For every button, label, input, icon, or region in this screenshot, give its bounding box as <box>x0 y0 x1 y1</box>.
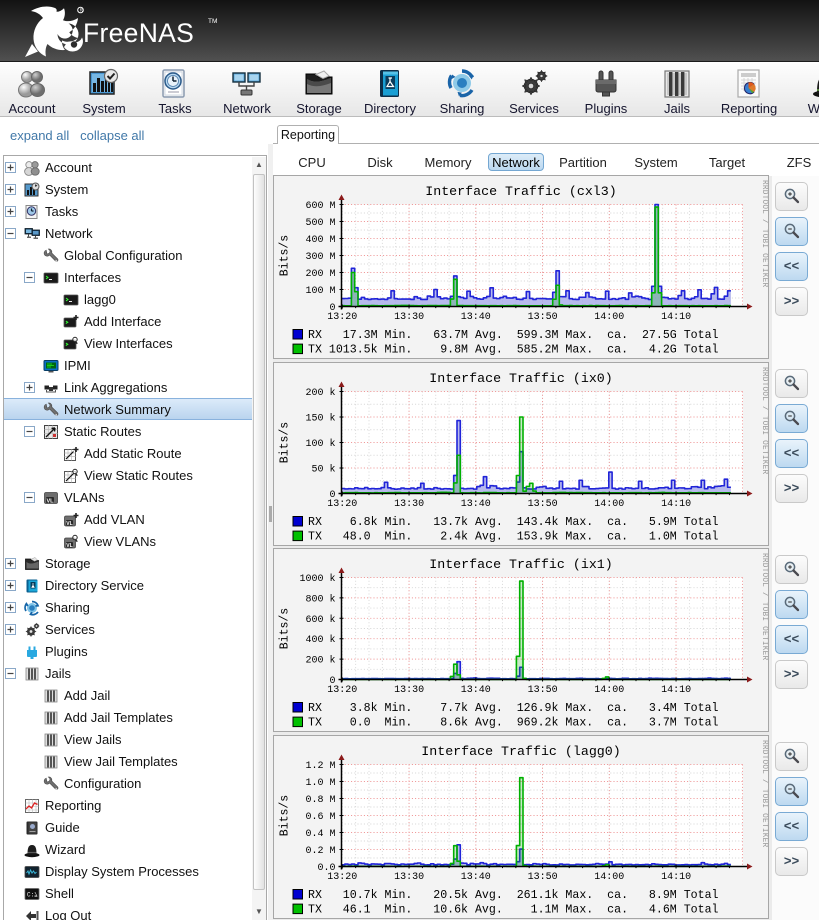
svg-text:0.8 M: 0.8 M <box>305 795 335 806</box>
svg-text:RRDTOOL / TOBI OETIKER: RRDTOOL / TOBI OETIKER <box>760 180 768 287</box>
svg-text:C:\: C:\ <box>27 892 38 899</box>
svg-text:14:00: 14:00 <box>594 872 624 883</box>
svg-text:400 k: 400 k <box>305 634 335 646</box>
svg-text:100 k: 100 k <box>305 438 335 450</box>
svg-text:0.6 M: 0.6 M <box>305 812 335 823</box>
svg-text:Bits/s: Bits/s <box>279 235 292 276</box>
svg-text:14:10: 14:10 <box>661 685 691 696</box>
svg-text:RX 6.8k Min. 13.7k Avg.: RX 6.8k Min. 13.7k Avg. 143.4k Max. ca. … <box>308 516 719 529</box>
svg-text:0.4 M: 0.4 M <box>305 829 335 840</box>
svg-text:VL: VL <box>66 521 72 527</box>
svg-text:800 k: 800 k <box>305 593 335 605</box>
svg-text:400 M: 400 M <box>305 235 335 246</box>
svg-text:14:00: 14:00 <box>594 685 624 696</box>
svg-text:13:50: 13:50 <box>528 312 558 323</box>
svg-text:RX 10.7k Min. 20.5k Avg.: RX 10.7k Min. 20.5k Avg. 261.1k Max. ca.… <box>308 889 719 902</box>
svg-text:600 k: 600 k <box>305 614 335 626</box>
svg-text:13:40: 13:40 <box>461 685 491 696</box>
svg-text:RX 17.3M Min. 63.7M Avg.: RX 17.3M Min. 63.7M Avg. 599.3M Max. ca.… <box>308 329 719 342</box>
svg-text:50 k: 50 k <box>311 464 335 476</box>
svg-text:200 M: 200 M <box>305 269 335 280</box>
svg-text:13:30: 13:30 <box>394 312 424 323</box>
svg-text:0.2 M: 0.2 M <box>305 846 335 857</box>
svg-text:R: R <box>80 8 83 13</box>
svg-text:150 k: 150 k <box>305 413 335 425</box>
svg-text:TX 0.0 Min. 8.6k Avg.: TX 0.0 Min. 8.6k Avg. 969.2k Max. ca. 3.… <box>308 717 719 730</box>
svg-text:VL: VL <box>46 498 54 504</box>
svg-text:600 M: 600 M <box>305 201 335 212</box>
svg-text:13:50: 13:50 <box>528 499 558 510</box>
svg-text:TX 46.1 Min. 10.6k Avg.: TX 46.1 Min. 10.6k Avg. 1.1M Max. ca. 4.… <box>308 904 719 917</box>
svg-text:1.2 M: 1.2 M <box>305 761 335 772</box>
svg-text:Interface Traffic (cxl3): Interface Traffic (cxl3) <box>425 184 617 199</box>
svg-text:Bits/s: Bits/s <box>279 608 292 649</box>
svg-text:13:40: 13:40 <box>461 872 491 883</box>
svg-text:1.0 M: 1.0 M <box>305 778 335 789</box>
svg-text:TX 1013.5k Min. 9.8M Avg.: TX 1013.5k Min. 9.8M Avg. 585.2M Max. ca… <box>308 344 719 357</box>
svg-text:300 M: 300 M <box>305 252 335 263</box>
svg-text:14:10: 14:10 <box>661 499 691 510</box>
svg-text:TX 48.0 Min. 2.4k Avg.: TX 48.0 Min. 2.4k Avg. 153.9k Max. ca. 1… <box>308 531 719 544</box>
svg-text:14:00: 14:00 <box>594 499 624 510</box>
svg-text:13:40: 13:40 <box>461 312 491 323</box>
svg-text:13:20: 13:20 <box>327 685 357 696</box>
svg-text:13:30: 13:30 <box>394 685 424 696</box>
svg-text:TM: TM <box>208 18 217 25</box>
svg-text:200 k: 200 k <box>305 387 335 399</box>
svg-text:RRDTOOL / TOBI OETIKER: RRDTOOL / TOBI OETIKER <box>760 367 768 474</box>
svg-text:14:10: 14:10 <box>661 872 691 883</box>
svg-text:Interface Traffic (lagg0): Interface Traffic (lagg0) <box>421 744 621 759</box>
svg-text:13:20: 13:20 <box>327 312 357 323</box>
svg-text:RX 3.8k Min. 7.7k Avg.: RX 3.8k Min. 7.7k Avg. 126.9k Max. ca. 3… <box>308 702 719 715</box>
svg-text:500 M: 500 M <box>305 218 335 229</box>
svg-text:Bits/s: Bits/s <box>279 795 292 836</box>
svg-text:13:50: 13:50 <box>528 872 558 883</box>
svg-text:13:50: 13:50 <box>528 685 558 696</box>
svg-text:Interface Traffic (ix0): Interface Traffic (ix0) <box>429 371 613 386</box>
svg-text:RRDTOOL / TOBI OETIKER: RRDTOOL / TOBI OETIKER <box>760 740 768 847</box>
svg-text:1000 k: 1000 k <box>299 573 335 585</box>
svg-text:200 k: 200 k <box>305 655 335 667</box>
svg-text:14:00: 14:00 <box>594 312 624 323</box>
svg-text:13:20: 13:20 <box>327 499 357 510</box>
svg-text:Interface Traffic (ix1): Interface Traffic (ix1) <box>429 557 613 572</box>
svg-text:13:30: 13:30 <box>394 872 424 883</box>
svg-text:13:40: 13:40 <box>461 499 491 510</box>
svg-text:VL: VL <box>66 543 72 549</box>
svg-text:13:20: 13:20 <box>327 872 357 883</box>
svg-text:RRDTOOL / TOBI OETIKER: RRDTOOL / TOBI OETIKER <box>760 553 768 660</box>
svg-text:13:30: 13:30 <box>394 499 424 510</box>
svg-text:FreeNAS: FreeNAS <box>83 18 194 48</box>
svg-text:100 M: 100 M <box>305 286 335 297</box>
svg-text:14:10: 14:10 <box>661 312 691 323</box>
